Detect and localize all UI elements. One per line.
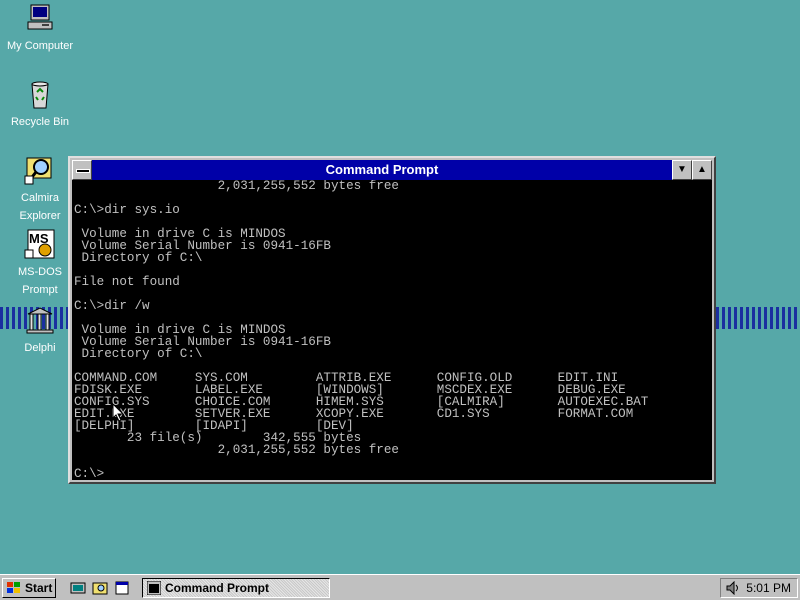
command-prompt-window[interactable]: Command Prompt ▼ ▲ 2,031,255,552 bytes f…	[68, 156, 716, 484]
maximize-button[interactable]: ▲	[692, 160, 712, 180]
start-label: Start	[25, 581, 53, 595]
desktop-icon-label: Recycle Bin	[8, 116, 72, 129]
desktop-icon-calmira-explorer[interactable]: Calmira Explorer	[4, 154, 76, 224]
system-tray: 5:01 PM	[720, 578, 798, 598]
system-menu-button[interactable]	[72, 160, 92, 180]
task-label: Command Prompt	[165, 581, 270, 595]
clock[interactable]: 5:01 PM	[746, 579, 791, 597]
start-button[interactable]: Start	[2, 578, 56, 598]
desktop-icon-label-line1: MS-DOS	[16, 266, 64, 279]
window-title: Command Prompt	[325, 162, 439, 177]
console-output[interactable]: 2,031,255,552 bytes free C:\>dir sys.io …	[72, 180, 712, 480]
desktop-icon-label: Delphi	[22, 342, 58, 355]
desktop-icon-my-computer[interactable]: My Computer	[4, 2, 76, 54]
decorative-stripes-right	[716, 307, 800, 329]
computer-icon	[24, 2, 56, 34]
recycle-bin-icon	[24, 78, 56, 110]
quicklaunch-desktop-icon[interactable]	[70, 580, 86, 596]
taskbar: Start Command Prompt 5:01 PM	[0, 574, 800, 600]
volume-icon[interactable]	[725, 581, 741, 595]
desktop-icon-label-line2: Explorer	[17, 210, 63, 223]
msdos-window-icon	[147, 581, 161, 595]
msdos-icon: MS	[24, 228, 56, 260]
taskbar-button-command-prompt[interactable]: Command Prompt	[142, 578, 330, 598]
desktop-icon-label-line2: Prompt	[20, 284, 60, 297]
desktop-icon-delphi[interactable]: Delphi	[4, 304, 76, 356]
desktop-icon-label-line1: Calmira	[19, 192, 61, 205]
quicklaunch-explorer-icon[interactable]	[92, 580, 108, 596]
delphi-icon	[24, 304, 56, 336]
windows-logo-icon	[7, 582, 20, 593]
desktop-icon-msdos-prompt[interactable]: MS MS-DOS Prompt	[4, 228, 76, 298]
mouse-pointer-icon	[113, 404, 125, 422]
window-titlebar[interactable]: Command Prompt ▼ ▲	[72, 160, 712, 180]
desktop-icon-recycle-bin[interactable]: Recycle Bin	[4, 78, 76, 130]
quicklaunch-window-icon[interactable]	[114, 580, 130, 596]
explorer-magnifier-icon	[24, 154, 56, 186]
desktop-icon-label: My Computer	[4, 40, 76, 53]
minimize-button[interactable]: ▼	[672, 160, 692, 180]
